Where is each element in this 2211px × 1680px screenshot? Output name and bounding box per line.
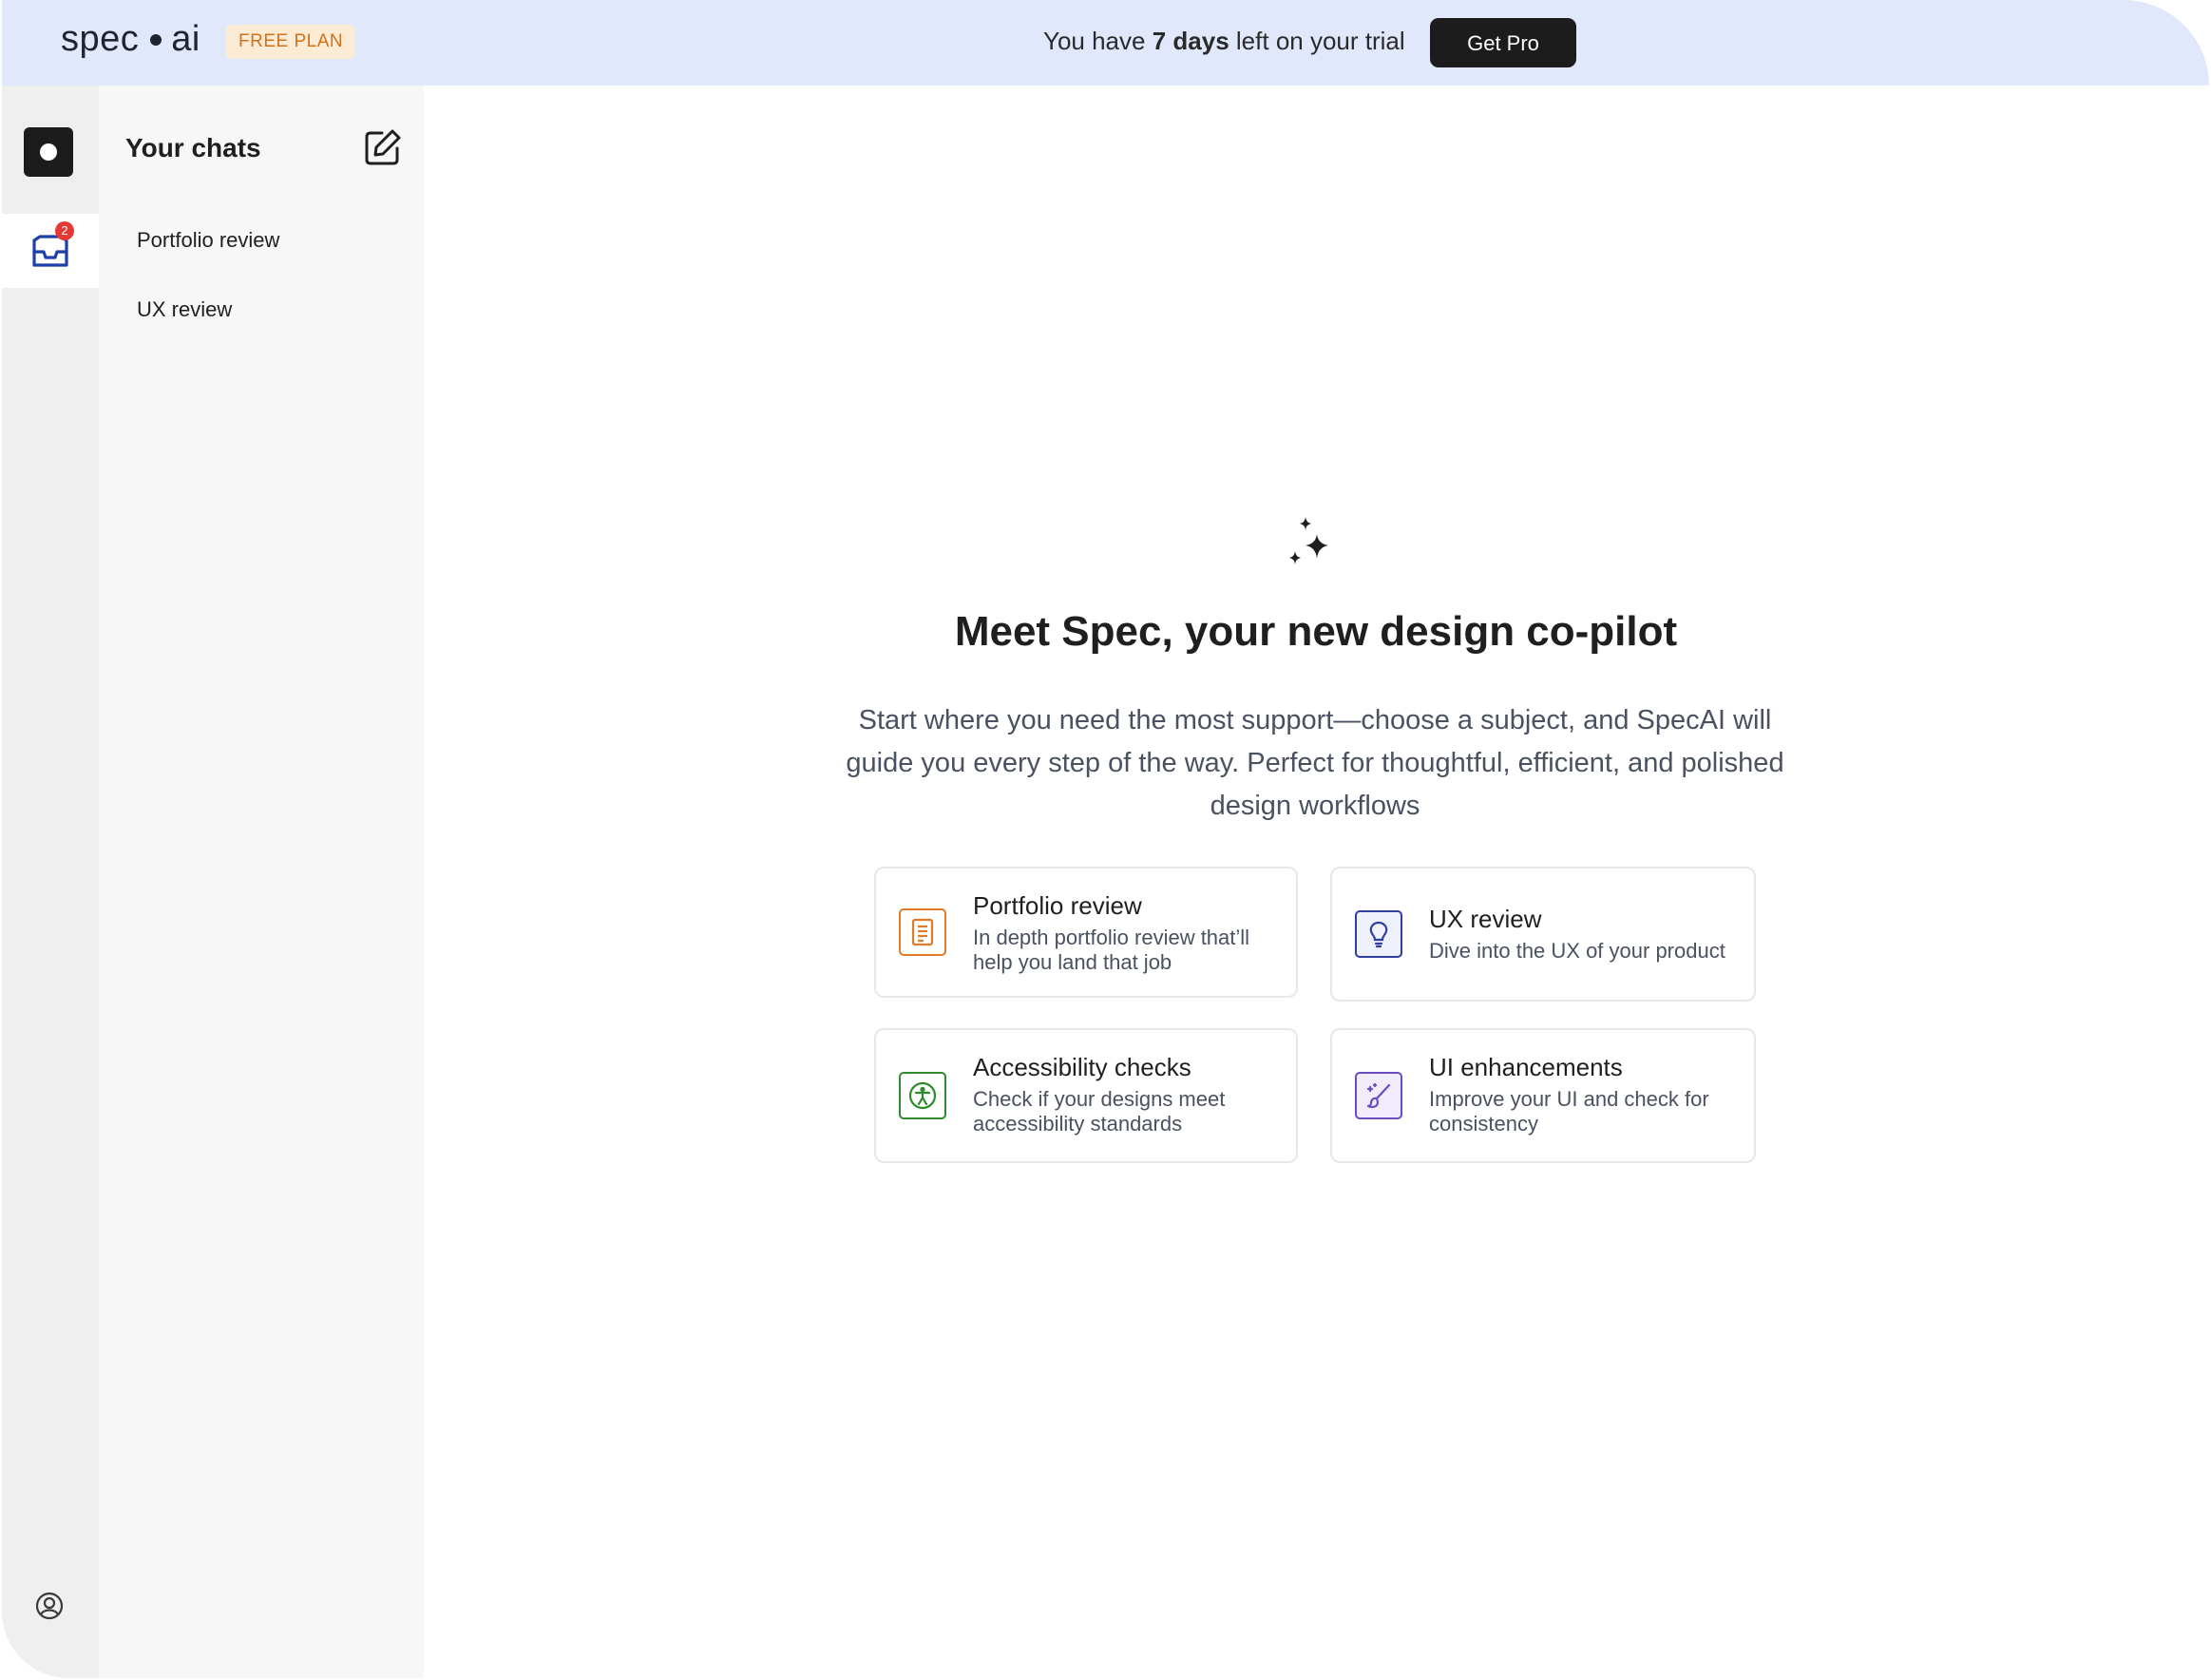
card-ux-review[interactable]: UX review Dive into the UX of your produ… — [1330, 867, 1756, 1002]
card-portfolio-review[interactable]: Portfolio review In depth portfolio revi… — [874, 867, 1298, 998]
top-bar: spec ai FREE PLAN You have 7 days left o… — [2, 0, 2209, 86]
card-title: UI enhancements — [1429, 1053, 1623, 1081]
app-window: spec ai FREE PLAN You have 7 days left o… — [2, 0, 2209, 1678]
plan-badge: FREE PLAN — [226, 25, 356, 59]
get-pro-button[interactable]: Get Pro — [1430, 18, 1576, 67]
page-subtitle: Start where you need the most support—ch… — [846, 705, 1784, 821]
sparkle-icon — [1283, 513, 1345, 581]
document-icon — [899, 908, 946, 956]
card-ui-enhancements[interactable]: UI enhancements Improve your UI and chec… — [1330, 1028, 1756, 1163]
chats-sidebar: Your chats Portfolio review UX review — [99, 86, 424, 1678]
card-description: Check if your designs meet accessibility… — [973, 1087, 1226, 1136]
card-title: Accessibility checks — [973, 1053, 1191, 1081]
logo-text-ai: ai — [171, 19, 200, 59]
chat-item[interactable]: UX review — [137, 297, 232, 322]
card-accessibility-checks[interactable]: Accessibility checks Check if your desig… — [874, 1028, 1298, 1163]
user-profile-button[interactable] — [34, 1591, 65, 1626]
card-description: Dive into the UX of your product — [1429, 939, 1725, 963]
trial-suffix: left on your trial — [1235, 27, 1405, 55]
card-title: Portfolio review — [973, 891, 1142, 920]
edit-icon — [365, 129, 401, 165]
accessibility-icon — [899, 1072, 946, 1119]
logo-text-spec: spec — [61, 19, 140, 59]
user-icon — [35, 1592, 64, 1620]
card-description: In depth portfolio review that’ll help y… — [973, 926, 1250, 974]
icon-rail: 2 — [2, 86, 99, 1678]
trial-days: 7 days — [1152, 27, 1229, 55]
lightbulb-icon — [1355, 910, 1402, 958]
workspace-logo-icon[interactable] — [24, 127, 73, 177]
brush-icon — [1355, 1072, 1402, 1119]
card-title: UX review — [1429, 905, 1542, 933]
trial-prefix: You have — [1043, 27, 1146, 55]
new-chat-button[interactable] — [363, 127, 403, 167]
inbox-badge: 2 — [55, 221, 74, 240]
page-headline: Meet Spec, your new design co-pilot — [954, 608, 1678, 655]
logo-dot-icon — [150, 33, 162, 46]
chats-title: Your chats — [125, 133, 261, 162]
card-description: Improve your UI and check for consistenc… — [1429, 1087, 1709, 1136]
main-content — [424, 86, 2209, 1678]
app-logo[interactable]: spec ai — [61, 19, 200, 60]
inbox-nav-item[interactable]: 2 — [2, 214, 99, 288]
chat-item[interactable]: Portfolio review — [137, 228, 279, 253]
trial-notice: You have 7 days left on your trial — [1043, 27, 1405, 56]
